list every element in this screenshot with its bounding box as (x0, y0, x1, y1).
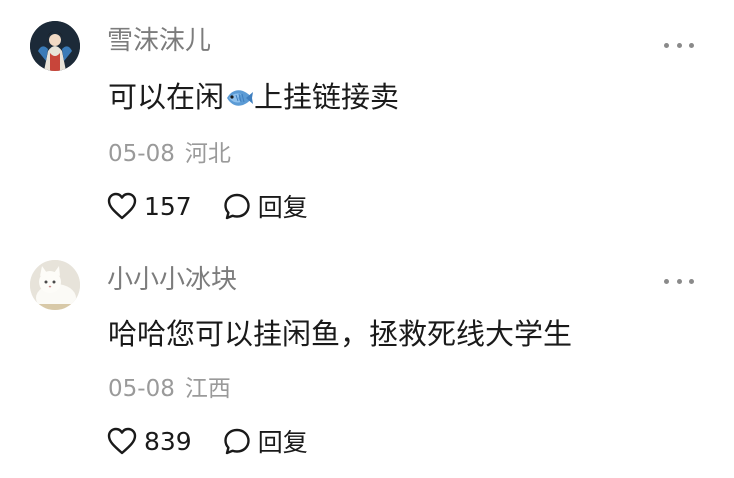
avatar[interactable] (30, 260, 80, 310)
comment-text: 可以在闲 上挂链接卖 (108, 78, 399, 116)
more-dots-icon[interactable] (664, 40, 694, 50)
comment-actions: 157 回复 (106, 189, 308, 223)
like-button[interactable]: 839 (106, 426, 192, 456)
comment-meta: 05-08 江西 (108, 374, 231, 404)
reply-label: 回复 (257, 193, 308, 222)
speech-bubble-icon (224, 193, 250, 220)
comment-location: 河北 (184, 141, 231, 167)
comment-text: 哈哈您可以挂闲鱼，拯救死线大学生 (108, 317, 573, 351)
comment-date: 05-08 (108, 376, 175, 402)
fish-emoji (224, 81, 254, 106)
comment-text-part: 可以在闲 (108, 80, 225, 114)
reply-button[interactable]: 回复 (222, 423, 308, 459)
comment-location: 江西 (184, 376, 231, 402)
reply-button[interactable]: 回复 (222, 188, 308, 224)
like-count: 839 (144, 426, 192, 456)
username[interactable]: 小小小冰块 (107, 264, 237, 296)
reply-label: 回复 (257, 428, 308, 457)
heart-outline-icon (107, 427, 137, 455)
comment-meta: 05-08 河北 (108, 139, 231, 169)
comment-actions: 839 回复 (106, 424, 308, 458)
comment-date: 05-08 (108, 141, 175, 167)
heart-outline-icon (107, 192, 137, 220)
like-count: 157 (144, 191, 192, 221)
comment-item: 小小小冰块 哈哈您可以挂闲鱼，拯救死线大学生 05-08 江西 839 回复 (0, 236, 734, 478)
more-dots-icon[interactable] (664, 276, 694, 286)
username[interactable]: 雪沫沫儿 (107, 25, 211, 57)
like-button[interactable]: 157 (106, 191, 192, 221)
comment-text-part: 上挂链接卖 (254, 80, 400, 114)
speech-bubble-icon (224, 428, 250, 455)
comment-item: 雪沫沫儿 可以在闲 上挂链接卖 05-08 河北 157 回复 (0, 0, 734, 236)
avatar[interactable] (30, 21, 80, 71)
